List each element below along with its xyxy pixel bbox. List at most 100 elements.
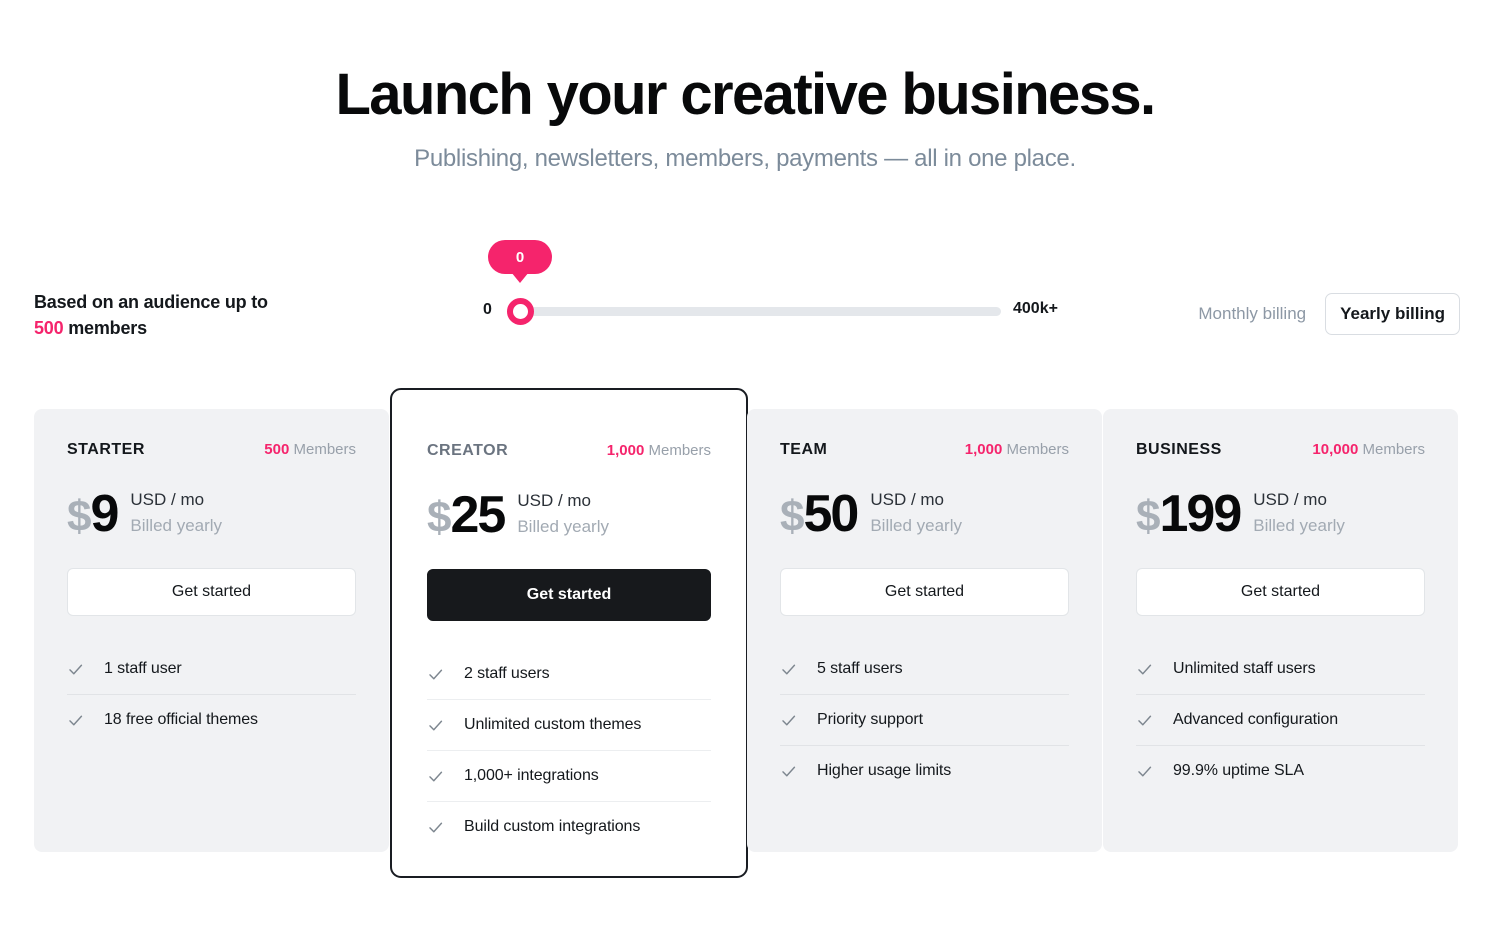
check-icon (427, 666, 444, 683)
slider-thumb[interactable] (507, 298, 534, 325)
slider-value-label: 0 (515, 248, 525, 266)
plan-members-label: Members (1362, 441, 1425, 458)
feature-list: 1 staff user 18 free official themes (67, 644, 356, 745)
price-amount: 50 (803, 484, 859, 543)
plan-price: $25 (427, 485, 506, 544)
plan-members-label: Members (293, 441, 356, 458)
feature-list: 2 staff users Unlimited custom themes 1,00… (427, 649, 711, 852)
feature-item: 5 staff users (780, 644, 1069, 695)
price-terms: Billed yearly (870, 515, 962, 535)
price-row: $199 USD / mo Billed yearly (1136, 487, 1425, 540)
plan-members-count: 500 (264, 441, 290, 458)
price-meta: USD / mo Billed yearly (130, 487, 222, 540)
plan-name: TEAM (780, 441, 828, 458)
feature-label: 2 staff users (464, 665, 550, 682)
check-icon (427, 717, 444, 734)
feature-item: 18 free official themes (67, 695, 356, 745)
price-unit: USD / mo (1253, 490, 1327, 509)
plan-members: 10,000 Members (1312, 441, 1425, 458)
check-icon (67, 661, 84, 678)
get-started-button[interactable]: Get started (780, 568, 1069, 616)
price-unit: USD / mo (517, 491, 592, 510)
pricing-card-business: BUSINESS 10,000 Members $199 USD / mo Billed… (1103, 409, 1458, 852)
feature-label: Build custom integrations (464, 818, 641, 835)
price-terms: Billed yearly (517, 516, 609, 536)
check-icon (67, 712, 84, 729)
check-icon (427, 768, 444, 785)
feature-label: 1 staff user (104, 660, 182, 677)
feature-label: 99.9% uptime SLA (1173, 762, 1304, 779)
plan-price: $50 (780, 484, 859, 543)
feature-label: Advanced configuration (1173, 711, 1339, 728)
feature-label: Priority support (817, 711, 923, 728)
get-started-button[interactable]: Get started (427, 569, 711, 621)
pricing-page: Launch your creative business. Publishin… (0, 0, 1490, 939)
get-started-button[interactable]: Get started (67, 568, 356, 616)
price-amount: 25 (450, 485, 506, 544)
audience-count: 500 (34, 317, 64, 338)
audience-summary: Based on an audience up to 500 members (34, 290, 268, 341)
check-icon (1136, 661, 1153, 678)
check-icon (1136, 712, 1153, 729)
card-header: TEAM 1,000 Members (780, 441, 1069, 459)
feature-item: Advanced configuration (1136, 695, 1425, 746)
plan-members: 1,000 Members (607, 442, 711, 459)
plan-members-count: 1,000 (964, 441, 1003, 458)
price-amount: 9 (90, 484, 119, 543)
pricing-card-starter: STARTER 500 Members $9 USD / mo Billed yearl… (34, 409, 389, 852)
pricing-card-creator: CREATOR 1,000 Members $25 USD / mo Billed ye… (390, 388, 748, 878)
page-title: Launch your creative business. (335, 62, 1156, 127)
feature-label: Unlimited custom themes (464, 716, 642, 733)
billing-option-yearly[interactable]: Yearly billing (1325, 293, 1460, 335)
plan-members-label: Members (1006, 441, 1069, 458)
audience-prefix: Based on an audience up to (34, 292, 268, 312)
price-terms: Billed yearly (130, 515, 223, 535)
feature-item: Higher usage limits (780, 746, 1069, 796)
check-icon (780, 712, 797, 729)
price-meta: USD / mo Billed yearly (870, 487, 962, 540)
page-subtitle: Publishing, newsletters, members, paymen… (414, 144, 1076, 172)
plan-members-count: 10,000 (1312, 441, 1359, 458)
feature-label: 5 staff users (817, 660, 903, 677)
currency-symbol: $ (67, 491, 92, 541)
price-meta: USD / mo Billed yearly (1253, 487, 1345, 540)
billing-toggle: Monthly billing Yearly billing (1183, 293, 1460, 335)
feature-item: 1 staff user (67, 644, 356, 695)
check-icon (427, 819, 444, 836)
feature-label: Unlimited staff users (1173, 660, 1316, 677)
slider-track[interactable] (513, 307, 1001, 316)
audience-suffix: members (68, 317, 147, 338)
get-started-button[interactable]: Get started (1136, 568, 1425, 616)
plan-price: $199 (1136, 488, 1242, 541)
plan-members-count: 1,000 (606, 442, 645, 459)
members-slider[interactable]: 0 0 400k+ (483, 236, 1063, 346)
plan-name: BUSINESS (1136, 441, 1222, 458)
feature-label: 1,000+ integrations (464, 767, 599, 784)
feature-label: Higher usage limits (817, 762, 952, 779)
feature-item: Build custom integrations (427, 802, 711, 852)
price-meta: USD / mo Billed yearly (517, 488, 609, 541)
card-header: CREATOR 1,000 Members (427, 442, 711, 460)
price-row: $25 USD / mo Billed yearly (427, 488, 711, 541)
feature-item: Unlimited staff users (1136, 644, 1425, 695)
currency-symbol: $ (1136, 491, 1161, 541)
billing-option-monthly[interactable]: Monthly billing (1183, 293, 1321, 335)
plan-name: CREATOR (427, 442, 509, 459)
slider-min-label: 0 (483, 301, 492, 318)
pricing-card-team: TEAM 1,000 Members $50 USD / mo Billed yearl… (747, 409, 1102, 852)
plan-members: 1,000 Members (965, 441, 1069, 458)
price-terms: Billed yearly (1253, 515, 1345, 535)
feature-item: 99.9% uptime SLA (1136, 746, 1425, 796)
check-icon (780, 661, 797, 678)
feature-item: Priority support (780, 695, 1069, 746)
plan-members-label: Members (648, 442, 711, 459)
feature-item: 2 staff users (427, 649, 711, 700)
slider-value-tooltip: 0 (488, 240, 552, 274)
price-unit: USD / mo (130, 490, 205, 509)
price-row: $9 USD / mo Billed yearly (67, 487, 356, 540)
feature-list: 5 staff users Priority support Higher usag… (780, 644, 1069, 796)
feature-item: 1,000+ integrations (427, 751, 711, 802)
price-row: $50 USD / mo Billed yearly (780, 487, 1069, 540)
feature-item: Unlimited custom themes (427, 700, 711, 751)
feature-label: 18 free official themes (104, 711, 258, 728)
